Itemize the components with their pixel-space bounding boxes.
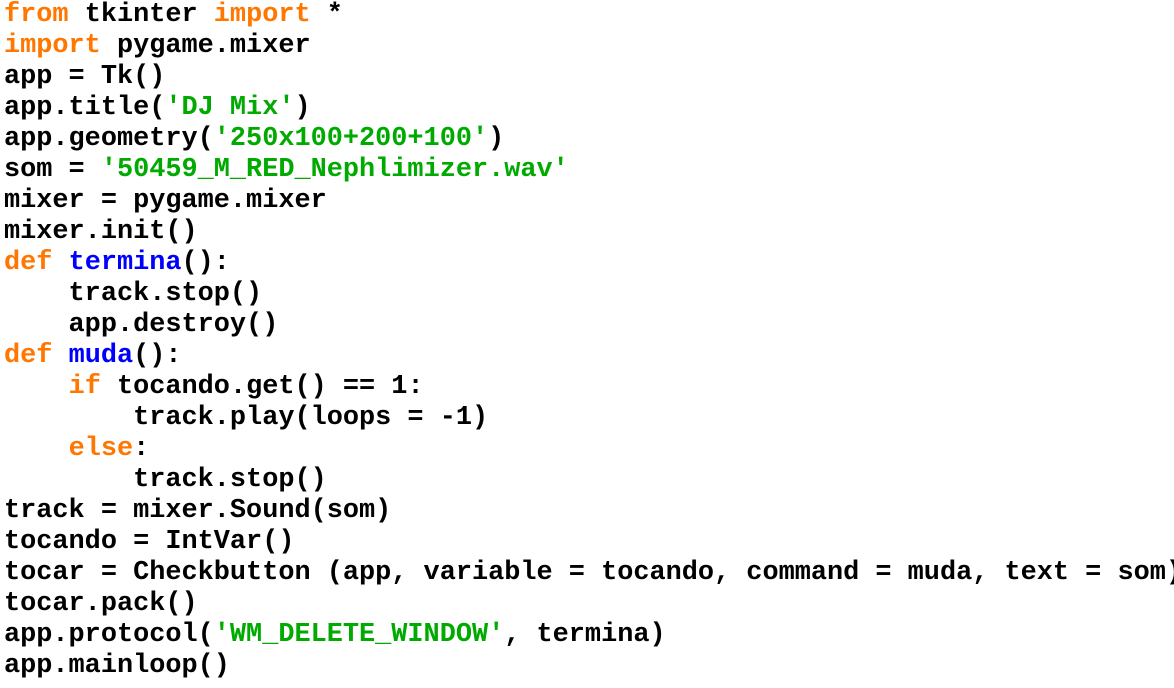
code-token: mixer = pygame.mixer (4, 186, 327, 216)
string-token: '250x100+200+100' (213, 124, 489, 154)
code-token: (): (181, 248, 230, 278)
function-name-token: muda (68, 341, 134, 371)
code-editor: from tkinter import * import pygame.mixer… (4, 0, 1174, 682)
code-line: mixer = pygame.mixer (4, 186, 1174, 217)
code-token: track.stop() (4, 279, 263, 309)
code-token: tkinter (68, 0, 214, 30)
code-token: pygame.mixer (100, 31, 311, 61)
code-token: som = (4, 155, 101, 185)
string-token: '50459_M_RED_Nephlimizer.wav' (100, 155, 569, 185)
code-token: ) (488, 124, 505, 154)
code-line: track.stop() (4, 279, 1174, 310)
code-token: (): (133, 341, 182, 371)
code-token: , termina) (504, 620, 666, 650)
code-token: track.stop() (4, 465, 327, 495)
string-token: 'WM_DELETE_WINDOW' (213, 620, 505, 650)
code-token: tocar.pack() (4, 589, 198, 619)
code-line: app.title('DJ Mix') (4, 93, 1174, 124)
function-name-token: termina (68, 248, 182, 278)
code-token: mixer.init() (4, 217, 198, 247)
code-line: from tkinter import * (4, 0, 1174, 31)
code-line: def muda(): (4, 341, 1174, 372)
code-line: app.destroy() (4, 310, 1174, 341)
code-line: import pygame.mixer (4, 31, 1174, 62)
keyword-token: import (213, 0, 311, 30)
code-token: app.geometry( (4, 124, 214, 154)
code-line: tocar.pack() (4, 589, 1174, 620)
string-token: 'DJ Mix' (165, 93, 295, 123)
code-line: mixer.init() (4, 217, 1174, 248)
keyword-token: import (4, 31, 101, 61)
code-token: tocar = Checkbutton (app, variable = toc… (4, 558, 1174, 588)
code-line: track = mixer.Sound(som) (4, 496, 1174, 527)
code-line: app = Tk() (4, 62, 1174, 93)
code-token: : (133, 434, 150, 464)
keyword-token: from (4, 0, 69, 30)
code-token: * (310, 0, 343, 30)
code-token: app.destroy() (4, 310, 279, 340)
code-line: tocar = Checkbutton (app, variable = toc… (4, 558, 1174, 589)
keyword-token: if (68, 372, 101, 402)
code-line: else: (4, 434, 1174, 465)
keyword-token: else (68, 434, 134, 464)
code-line: app.protocol('WM_DELETE_WINDOW', termina… (4, 620, 1174, 651)
code-token: tocando = IntVar() (4, 527, 295, 557)
code-line: if tocando.get() == 1: (4, 372, 1174, 403)
code-token: tocando.get() == 1: (100, 372, 424, 402)
code-token: app.title( (4, 93, 166, 123)
code-token: app.protocol( (4, 620, 214, 650)
code-line: som = '50459_M_RED_Nephlimizer.wav' (4, 155, 1174, 186)
code-line: track.stop() (4, 465, 1174, 496)
code-token: app = Tk() (4, 62, 166, 92)
code-token: ) (294, 93, 311, 123)
code-token: track = mixer.Sound(som) (4, 496, 392, 526)
keyword-token: def (4, 248, 53, 278)
keyword-token: def (4, 341, 53, 371)
code-line: app.mainloop() (4, 651, 1174, 682)
code-token: app.mainloop() (4, 651, 230, 681)
code-line: track.play(loops = -1) (4, 403, 1174, 434)
code-line: app.geometry('250x100+200+100') (4, 124, 1174, 155)
code-line: tocando = IntVar() (4, 527, 1174, 558)
code-token: track.play(loops = -1) (4, 403, 489, 433)
code-line: def termina(): (4, 248, 1174, 279)
